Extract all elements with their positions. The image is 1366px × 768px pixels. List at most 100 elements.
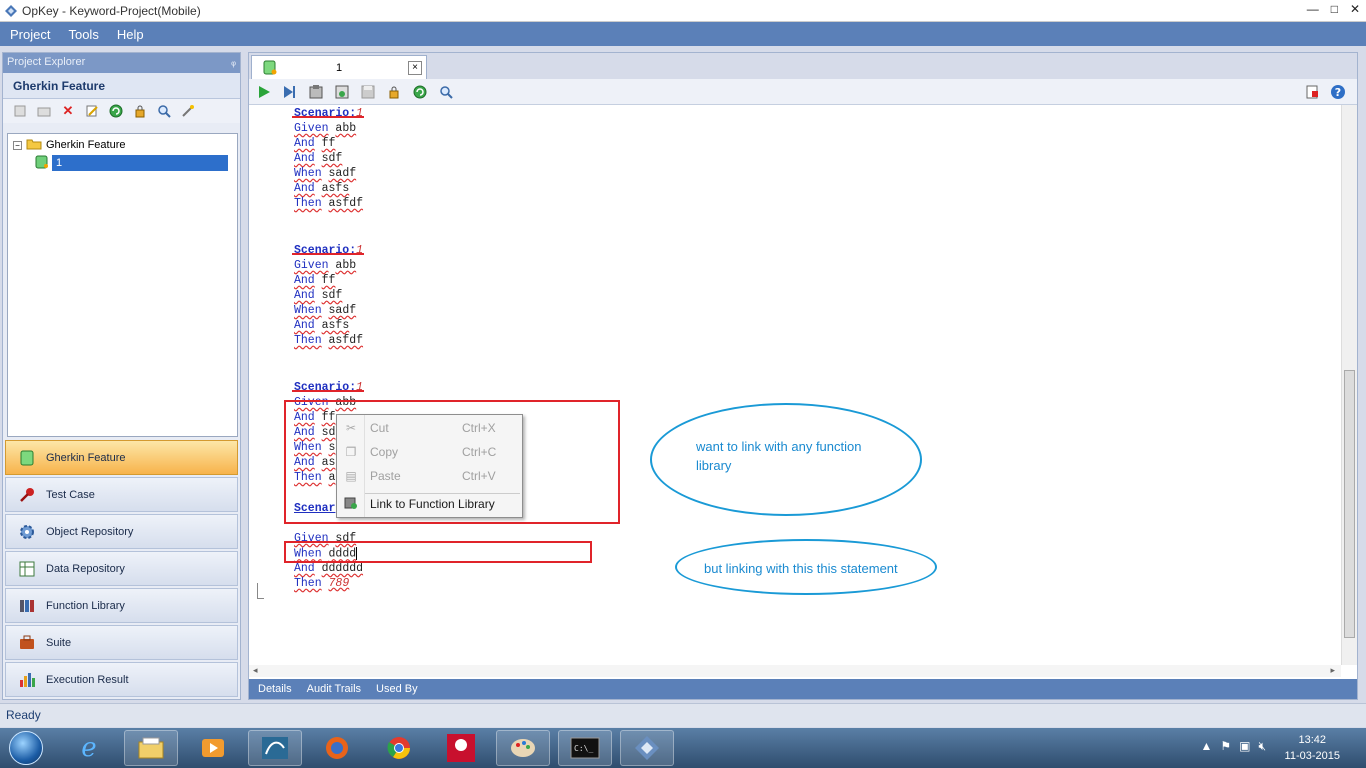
- editor-area: 1 × ? Scenario:1 Given abb And ff And sd…: [248, 52, 1358, 700]
- nav-label: Gherkin Feature: [46, 451, 126, 464]
- nav-function-library[interactable]: Function Library: [5, 588, 238, 623]
- file-explorer-icon[interactable]: [124, 730, 178, 766]
- report-icon[interactable]: [1303, 83, 1321, 101]
- chrome-icon[interactable]: [372, 730, 426, 766]
- menu-item-cut[interactable]: ✂ Cut Ctrl+X: [337, 417, 522, 439]
- close-button[interactable]: ✕: [1350, 2, 1360, 16]
- bottom-tabs: Details Audit Trails Used By: [249, 679, 1357, 699]
- code-line: Then 789: [294, 577, 350, 590]
- tab-audit-trails[interactable]: Audit Trails: [307, 683, 361, 695]
- code-line: When sadf: [294, 167, 357, 180]
- tab-feature-1[interactable]: 1 ×: [251, 55, 427, 79]
- tab-details[interactable]: Details: [258, 683, 292, 695]
- menu-help[interactable]: Help: [117, 27, 144, 42]
- project-explorer-panel: Project Explorer ᵩ Gherkin Feature ✕ − G…: [2, 52, 241, 700]
- menu-project[interactable]: Project: [10, 27, 50, 42]
- status-bar: Ready: [0, 703, 1366, 727]
- nav-suite[interactable]: Suite: [5, 625, 238, 660]
- new-item-icon[interactable]: [11, 102, 29, 120]
- search-icon[interactable]: [155, 102, 173, 120]
- save-icon[interactable]: [359, 83, 377, 101]
- step-icon[interactable]: [281, 83, 299, 101]
- export-icon[interactable]: [333, 83, 351, 101]
- network-icon[interactable]: ▣: [1239, 739, 1250, 754]
- opkey-app-icon: [4, 4, 18, 18]
- generate-icon[interactable]: [307, 83, 325, 101]
- opkey-taskbar-icon[interactable]: [620, 730, 674, 766]
- collapse-icon[interactable]: −: [13, 140, 22, 150]
- help-icon[interactable]: ?: [1329, 83, 1347, 101]
- feature-file-icon: [262, 60, 278, 79]
- zynga-icon[interactable]: [434, 730, 488, 766]
- start-button[interactable]: [4, 728, 48, 768]
- code-line: Scenario:1: [294, 244, 364, 257]
- minimize-button[interactable]: —: [1307, 2, 1319, 16]
- menu-item-link-function-library[interactable]: Link to Function Library: [337, 493, 522, 515]
- tab-strip: 1 ×: [249, 53, 1357, 79]
- nav-test-case[interactable]: Test Case: [5, 477, 238, 512]
- menu-tools[interactable]: Tools: [68, 27, 98, 42]
- code-line: And ff: [294, 274, 336, 287]
- tree-label-root: Gherkin Feature: [46, 139, 126, 151]
- nav-object-repository[interactable]: Object Repository: [5, 514, 238, 549]
- annotation-underline: [292, 253, 364, 255]
- search-icon[interactable]: [437, 83, 455, 101]
- refresh-icon[interactable]: [411, 83, 429, 101]
- tree-row-child[interactable]: 1: [8, 154, 237, 172]
- vertical-scrollbar[interactable]: [1341, 105, 1357, 665]
- annotation-ellipse-but: but linking with this this statement: [675, 539, 937, 595]
- scroll-right-arrow[interactable]: ▸: [1330, 665, 1335, 676]
- volume-icon[interactable]: 🔇︎: [1258, 739, 1266, 754]
- svg-text:?: ?: [1335, 86, 1341, 99]
- nav-gherkin-feature[interactable]: Gherkin Feature: [5, 440, 238, 475]
- taskbar: e C:\_ ▲ ⚑ ▣ 🔇︎ 13:42 11-03-2015: [0, 728, 1366, 768]
- annotation-underline: [292, 390, 364, 392]
- tab-used-by[interactable]: Used By: [376, 683, 418, 695]
- maximize-button[interactable]: □: [1331, 2, 1338, 16]
- ie-icon[interactable]: e: [62, 730, 116, 766]
- lock-icon[interactable]: [131, 102, 149, 120]
- nav-label: Test Case: [46, 488, 95, 501]
- spreadsheet-icon: [16, 558, 38, 580]
- menu-item-copy[interactable]: ❐ Copy Ctrl+C: [337, 441, 522, 463]
- code-line: And ff: [294, 137, 336, 150]
- tree-row-root[interactable]: − Gherkin Feature: [8, 136, 237, 154]
- rename-icon[interactable]: [83, 102, 101, 120]
- scroll-thumb[interactable]: [1344, 370, 1355, 638]
- books-icon: [16, 595, 38, 617]
- code-line: Scenario:1: [294, 107, 364, 120]
- horizontal-scrollbar[interactable]: ◂ ▸: [249, 665, 1341, 677]
- mysql-icon[interactable]: [248, 730, 302, 766]
- project-explorer-header: Project Explorer ᵩ: [3, 53, 240, 73]
- firefox-icon[interactable]: [310, 730, 364, 766]
- editor-toolbar: ?: [249, 79, 1357, 105]
- system-clock[interactable]: 13:42 11-03-2015: [1285, 732, 1340, 764]
- nav-data-repository[interactable]: Data Repository: [5, 551, 238, 586]
- link-library-icon: [340, 496, 362, 513]
- command-prompt-icon[interactable]: C:\_: [558, 730, 612, 766]
- gherkin-icon: [16, 447, 38, 469]
- annotation-ellipse-want: want to link with any function library: [650, 403, 922, 516]
- nav-execution-result[interactable]: Execution Result: [5, 662, 238, 697]
- run-icon[interactable]: [255, 83, 273, 101]
- tree-label-child: 1: [52, 155, 228, 171]
- delete-icon[interactable]: ✕: [59, 102, 77, 120]
- code-line: Given abb: [294, 122, 357, 135]
- code-line: And asfs: [294, 182, 350, 195]
- tray-chevron-icon[interactable]: ▲: [1200, 739, 1212, 754]
- menu-item-paste[interactable]: ▤ Paste Ctrl+V: [337, 465, 522, 487]
- explorer-toolbar: ✕: [3, 99, 240, 123]
- fold-bracket: [257, 583, 264, 599]
- refresh-icon[interactable]: [107, 102, 125, 120]
- paint-icon[interactable]: [496, 730, 550, 766]
- window-title: OpKey - Keyword-Project(Mobile): [22, 3, 201, 18]
- flag-icon[interactable]: ⚑: [1220, 739, 1231, 754]
- scissors-icon: ✂: [345, 421, 357, 435]
- new-folder-icon[interactable]: [35, 102, 53, 120]
- media-player-icon[interactable]: [186, 730, 240, 766]
- scroll-left-arrow[interactable]: ◂: [253, 665, 258, 676]
- pin-icon[interactable]: ᵩ: [231, 56, 236, 70]
- wand-icon[interactable]: [179, 102, 197, 120]
- tab-close-button[interactable]: ×: [408, 60, 422, 75]
- lock-icon[interactable]: [385, 83, 403, 101]
